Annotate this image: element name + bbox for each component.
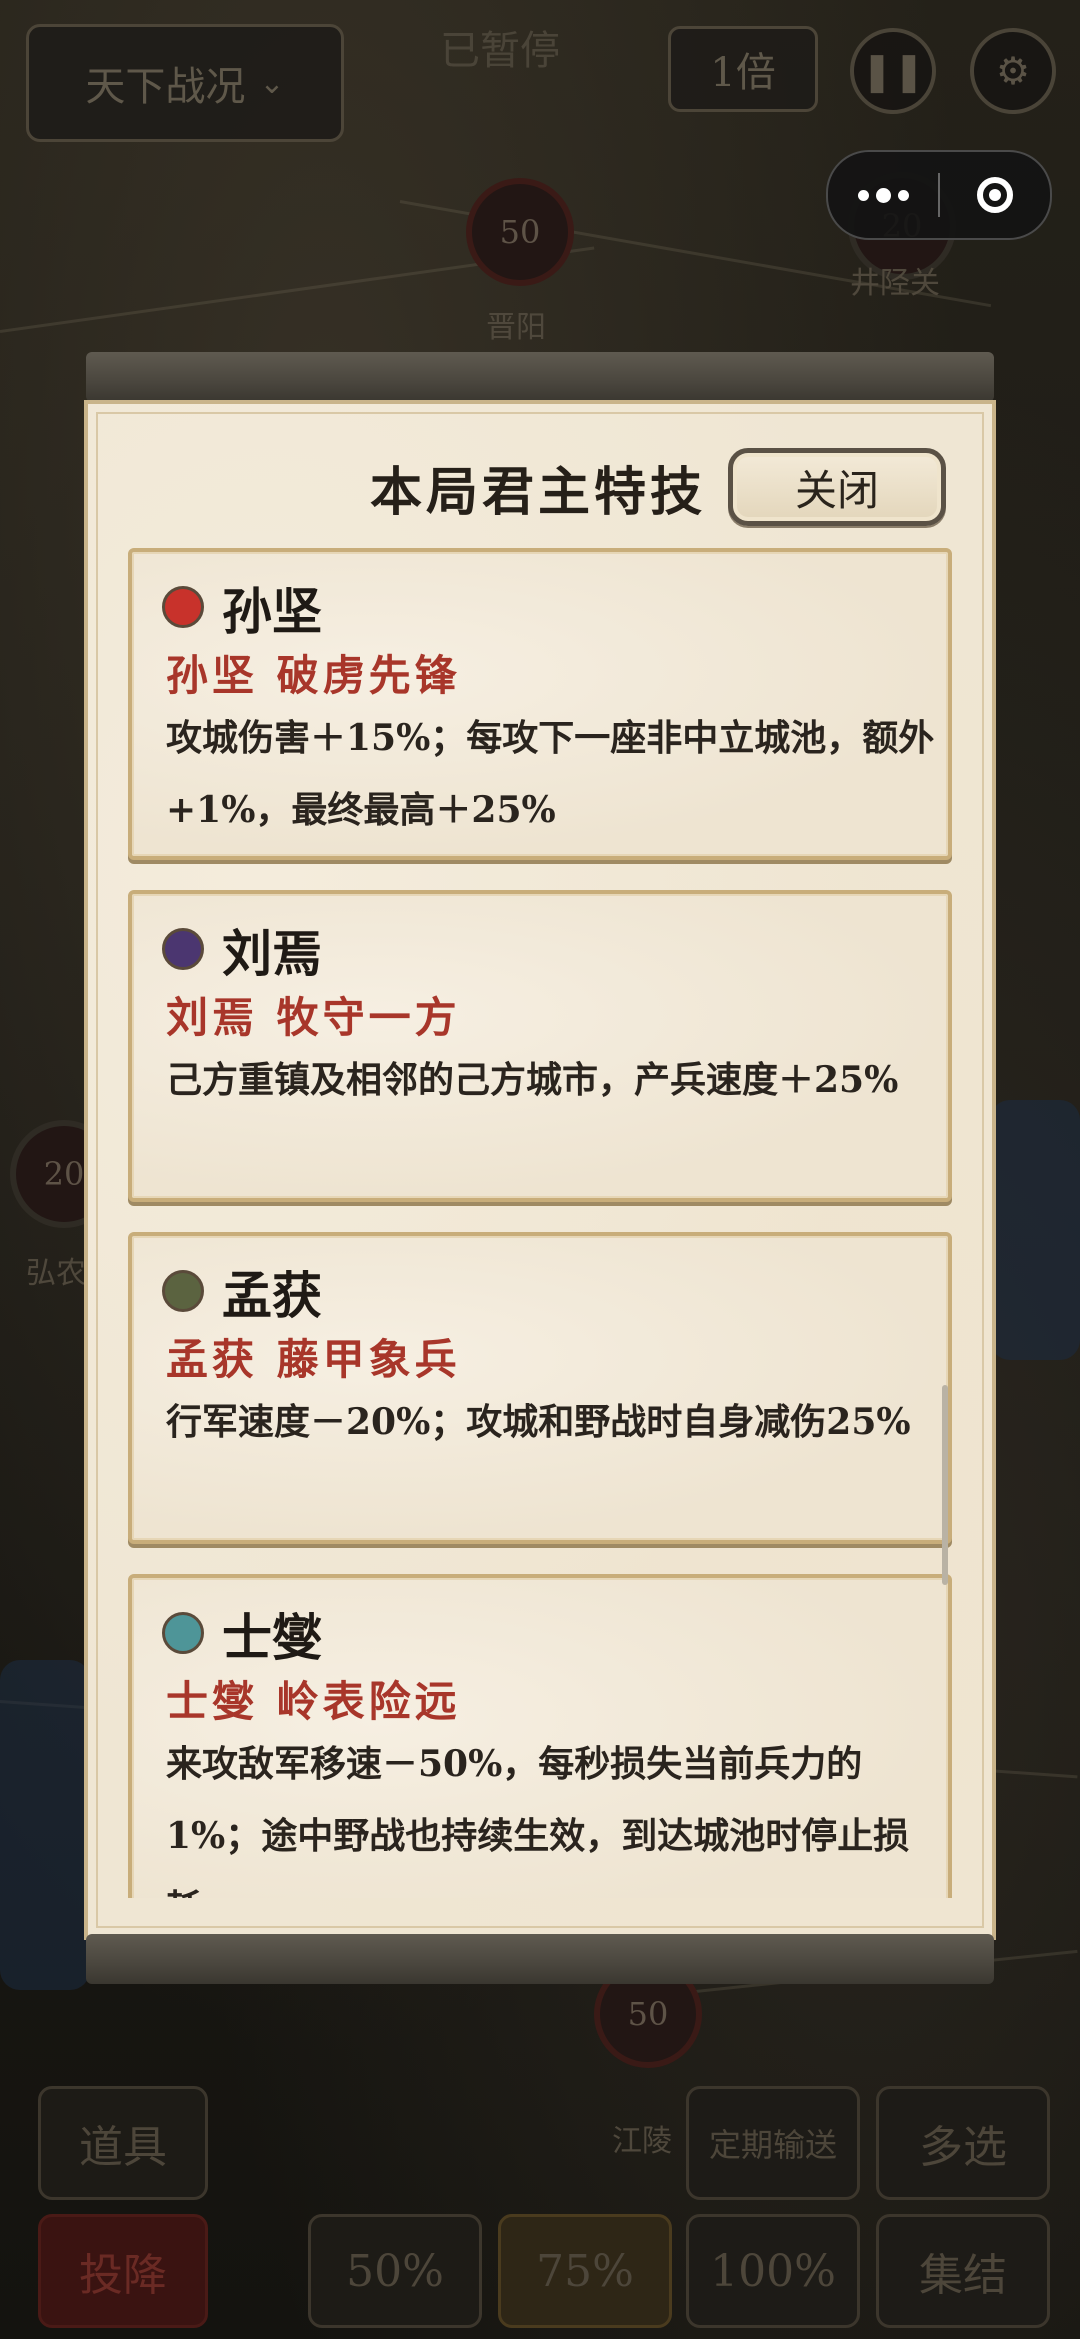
surrender-button[interactable]: 投降	[38, 2214, 208, 2328]
skill-description: 行军速度－20%；攻城和野战时自身减伤25%	[166, 1401, 911, 1443]
skill-title: 刘焉 牧守一方	[166, 993, 461, 1042]
faction-color-dot	[162, 928, 204, 970]
city-name: 晋阳	[486, 310, 546, 345]
troop-75-button[interactable]: 75%	[498, 2214, 672, 2328]
faction-color-dot	[162, 1612, 204, 1654]
dot	[875, 187, 891, 203]
lord-card: 士燮 士燮 岭表险远 来攻敌军移速－50%，每秒损失当前兵力的1%；途中野战也持…	[128, 1574, 952, 1898]
region-selector[interactable]: 天下战况 ⌄	[26, 24, 344, 142]
city-troops: 50	[499, 213, 541, 251]
city-troops: 50	[627, 1995, 669, 2033]
multi-select-button[interactable]: 多选	[876, 2086, 1050, 2200]
city-name: 弘农	[26, 1256, 86, 1291]
settings-button[interactable]: ⚙	[970, 28, 1056, 114]
target-dot	[989, 189, 1001, 201]
faction-color-dot	[162, 586, 204, 628]
miniprogram-capsule	[826, 150, 1052, 240]
skill-description: 攻城伤害＋15%；每攻下一座非中立城池，额外+1%，最终最高＋25%	[166, 717, 935, 831]
map-water	[0, 1660, 90, 1990]
lord-name: 孟获	[222, 1266, 322, 1325]
lord-name: 士燮	[222, 1608, 322, 1667]
lord-skill-list[interactable]: 孙坚 孙坚 破虏先锋 攻城伤害＋15%；每攻下一座非中立城池，额外+1%，最终最…	[128, 548, 952, 1898]
scheduled-transport-button[interactable]: 定期输送	[686, 2086, 860, 2200]
lord-name: 孙坚	[222, 582, 322, 641]
gear-icon: ⚙	[995, 49, 1031, 93]
close-button[interactable]: 关闭	[728, 448, 946, 526]
paused-status: 已暂停	[440, 28, 560, 74]
troop-100-button[interactable]: 100%	[686, 2214, 860, 2328]
speed-button[interactable]: 1倍	[668, 26, 818, 112]
lord-card: 刘焉 刘焉 牧守一方 己方重镇及相邻的己方城市，产兵速度＋25%	[128, 890, 952, 1202]
lord-card: 孟获 孟获 藤甲象兵 行军速度－20%；攻城和野战时自身减伤25%	[128, 1232, 952, 1544]
skill-title: 孙坚 破虏先锋	[166, 651, 461, 700]
items-button[interactable]: 道具	[38, 2086, 208, 2200]
city-troops: 20	[43, 1155, 85, 1193]
pause-icon: ❚❚	[861, 49, 925, 93]
city-marker[interactable]: 50	[466, 178, 574, 286]
chevron-down-icon: ⌄	[259, 65, 285, 101]
city-name: 井陉关	[850, 266, 940, 301]
pause-button[interactable]: ❚❚	[850, 28, 936, 114]
scroll-top-rod	[86, 352, 994, 402]
list-scrollbar[interactable]	[942, 1385, 948, 1585]
troop-50-button[interactable]: 50%	[308, 2214, 482, 2328]
dot	[897, 189, 909, 201]
faction-color-dot	[162, 1270, 204, 1312]
skill-description: 来攻敌军移速－50%，每秒损失当前兵力的1%；途中野战也持续生效，到达城池时停止…	[166, 1743, 910, 1898]
more-menu-button[interactable]	[828, 187, 938, 203]
skill-description: 己方重镇及相邻的己方城市，产兵速度＋25%	[166, 1059, 899, 1101]
scroll-bottom-rod	[86, 1934, 994, 1984]
city-name: 江陵	[612, 2124, 672, 2159]
map-water	[990, 1100, 1080, 1360]
skill-title: 孟获 藤甲象兵	[166, 1335, 461, 1384]
target-icon	[977, 177, 1013, 213]
dot	[857, 189, 869, 201]
lord-card: 孙坚 孙坚 破虏先锋 攻城伤害＋15%；每攻下一座非中立城池，额外+1%，最终最…	[128, 548, 952, 860]
dialog-title: 本局君主特技	[370, 462, 707, 523]
gather-button[interactable]: 集结	[876, 2214, 1050, 2328]
skill-title: 士燮 岭表险远	[166, 1677, 461, 1726]
lord-name: 刘焉	[222, 924, 322, 983]
exit-miniprogram-button[interactable]	[940, 177, 1050, 213]
region-selector-label: 天下战况	[85, 64, 246, 110]
